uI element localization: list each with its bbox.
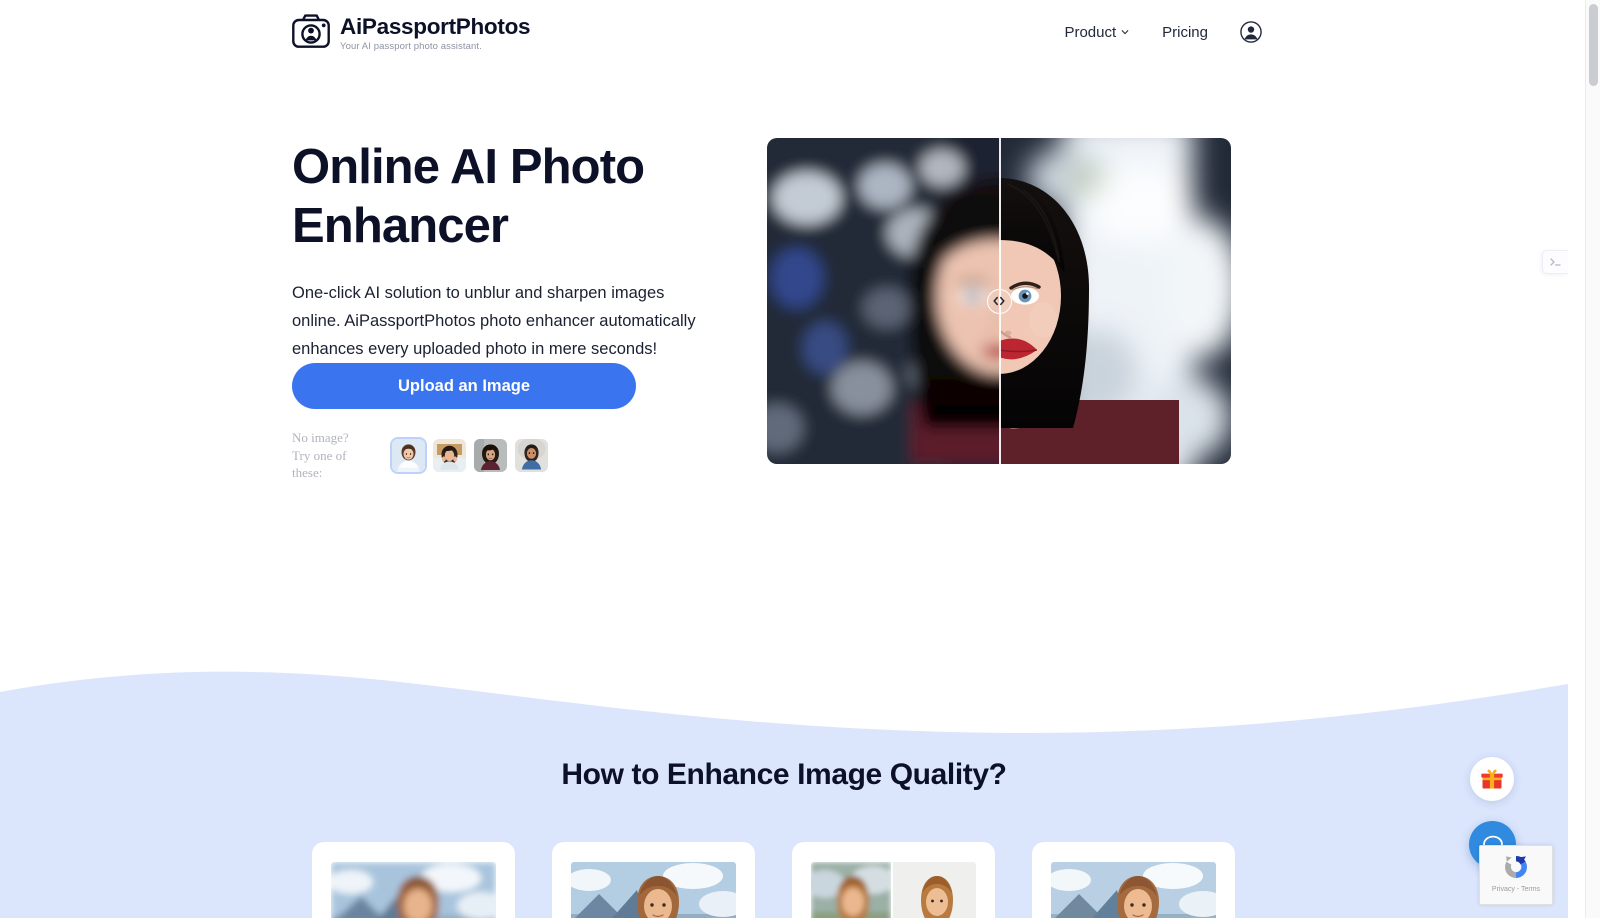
step-card-4[interactable] [1032,842,1235,918]
brand-tagline: Your AI passport photo assistant. [340,41,482,52]
gift-promo-button[interactable] [1470,757,1514,801]
recaptcha-terms-link[interactable]: Terms [1521,886,1540,893]
step-card-3[interactable] [792,842,995,918]
gift-box-icon [1480,767,1504,791]
step-card-3-image [811,862,976,918]
chevron-down-icon [1120,27,1130,37]
recaptcha-logo-icon [1501,852,1531,882]
nav-item-pricing-label: Pricing [1162,23,1208,41]
sample-images-label-line1: No image? [292,430,349,445]
step-card-1-image [331,862,496,918]
sample-thumbnail-list [392,438,548,472]
sample-thumbnail-man-blue-shirt[interactable] [515,438,548,472]
nav-item-pricing[interactable]: Pricing [1162,24,1208,41]
before-after-comparison-slider[interactable] [767,138,1231,464]
how-to-title: How to Enhance Image Quality? [561,758,1007,791]
step-card-2[interactable] [552,842,755,918]
step-card-4-image [1051,862,1216,918]
how-to-section: How to Enhance Image Quality? [0,640,1568,918]
recaptcha-badge[interactable]: Privacy - Terms [1479,845,1553,905]
site-header: AiPassportPhotos Your AI passport photo … [0,0,1568,68]
hero-text-column: Online AI Photo Enhancer One-click AI so… [292,138,722,480]
step-card-2-image [571,862,736,918]
brand-logo[interactable]: AiPassportPhotos Your AI passport photo … [292,13,531,53]
sample-thumbnail-woman-gray-background[interactable] [474,438,507,472]
sample-images-label-line2: Try one of these: [292,447,347,481]
page-scrollbar-thumb[interactable] [1589,4,1598,86]
side-panel-toggle[interactable] [1542,250,1568,274]
nav-item-product[interactable]: Product [1064,24,1130,41]
page-scrollbar[interactable] [1585,0,1600,918]
camera-portrait-icon [292,14,330,53]
page-title: Online AI Photo Enhancer [292,140,645,254]
sample-thumbnail-child-portrait[interactable] [392,438,425,472]
sample-images-row: No image? Try one of these: [292,429,548,482]
step-card-1[interactable] [312,842,515,918]
console-terminal-icon [1549,257,1562,267]
sample-thumbnail-woman-warm-background[interactable] [433,438,466,472]
hero-description: One-click AI solution to unblur and shar… [292,283,696,359]
recaptcha-links[interactable]: Privacy - Terms [1480,885,1552,894]
recaptcha-privacy-link[interactable]: Privacy [1492,886,1515,893]
recaptcha-separator: - [1516,885,1520,893]
left-right-chevrons-icon [991,295,1007,307]
page-canvas: AiPassportPhotos Your AI passport photo … [0,0,1568,918]
user-account-icon[interactable] [1240,21,1262,43]
brand-name: AiPassportPhotos [340,13,531,39]
sample-images-label: No image? Try one of these: [292,429,378,482]
nav-item-product-label: Product [1064,23,1117,41]
how-to-card-list [312,842,1235,918]
main-navigation: Product Pricing [1064,21,1262,43]
comparison-slider-handle[interactable] [986,288,1012,314]
upload-image-button[interactable]: Upload an Image [292,363,636,409]
